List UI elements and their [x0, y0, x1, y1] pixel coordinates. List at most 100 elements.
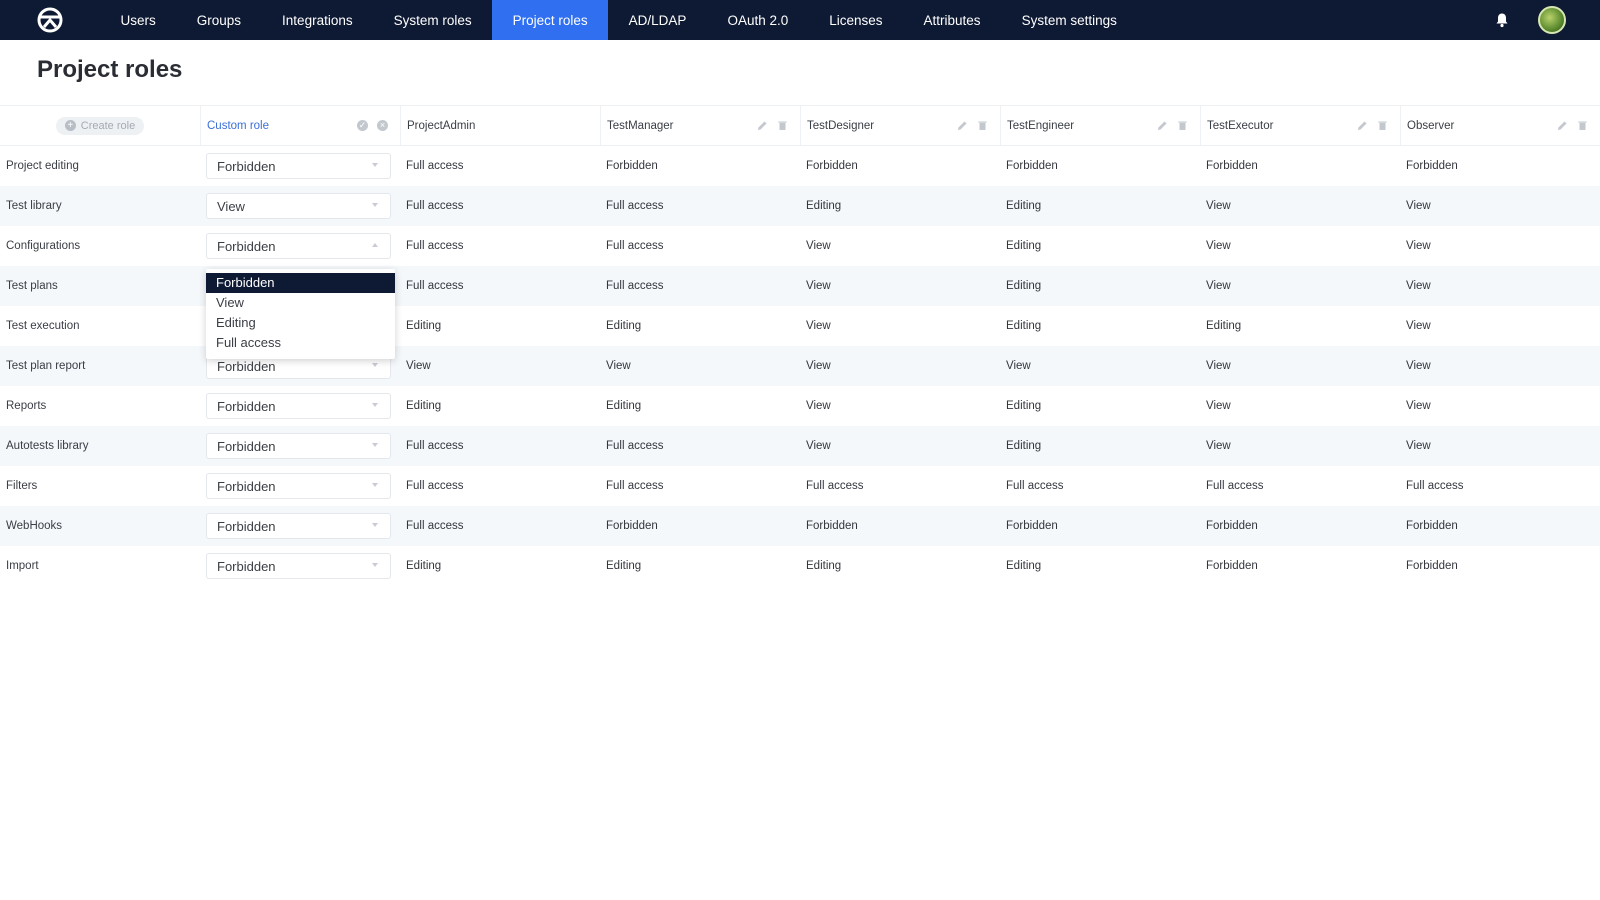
permission-select[interactable]: Forbidden: [206, 233, 391, 259]
permission-name: Filters: [6, 480, 38, 492]
permission-value: Editing: [806, 560, 842, 572]
permission-select[interactable]: Forbidden: [206, 513, 391, 539]
permission-select[interactable]: Forbidden: [206, 393, 391, 419]
permission-select[interactable]: Forbidden: [206, 153, 391, 179]
delete-trash-icon[interactable]: [977, 120, 988, 131]
permission-value: Forbidden: [1406, 520, 1458, 532]
edit-pencil-icon[interactable]: [757, 120, 768, 131]
dropdown-option[interactable]: Editing: [206, 313, 395, 333]
nav-tab-system-settings[interactable]: System settings: [1001, 0, 1137, 40]
custom-role-header: Custom role ✓ ×: [200, 106, 400, 145]
permission-select-value: View: [217, 198, 245, 214]
notifications-bell-icon[interactable]: [1492, 10, 1512, 30]
role-name[interactable]: TestEngineer: [1007, 120, 1074, 132]
custom-role-name[interactable]: Custom role: [207, 120, 269, 132]
edit-pencil-icon[interactable]: [1357, 120, 1368, 131]
role-name[interactable]: Observer: [1407, 120, 1454, 132]
permission-value: Forbidden: [1006, 160, 1058, 172]
edit-pencil-icon[interactable]: [957, 120, 968, 131]
permission-value: Full access: [606, 200, 664, 212]
nav-tab-attributes[interactable]: Attributes: [903, 0, 1001, 40]
chevron-down-icon: [372, 563, 378, 567]
delete-trash-icon[interactable]: [1377, 120, 1388, 131]
chevron-down-icon: [372, 203, 378, 207]
permission-select[interactable]: View: [206, 193, 391, 219]
permission-select[interactable]: Forbidden: [206, 473, 391, 499]
permission-value: View: [1206, 280, 1231, 292]
permission-value: Editing: [1006, 400, 1042, 412]
role-actions: [1357, 106, 1388, 145]
permission-value: Editing: [1006, 560, 1042, 572]
nav-tab-ad-ldap[interactable]: AD/LDAP: [608, 0, 707, 40]
dropdown-option[interactable]: Full access: [206, 333, 395, 353]
permission-value: Full access: [606, 240, 664, 252]
permission-value: Forbidden: [806, 520, 858, 532]
permission-value: Editing: [606, 400, 642, 412]
edit-pencil-icon[interactable]: [1557, 120, 1568, 131]
nav-tab-system-roles[interactable]: System roles: [373, 0, 492, 40]
dropdown-option[interactable]: Forbidden: [206, 273, 395, 293]
permission-select[interactable]: Forbidden: [206, 553, 391, 579]
permission-value: View: [806, 440, 831, 452]
dropdown-option[interactable]: View: [206, 293, 395, 313]
chevron-down-icon: [372, 363, 378, 367]
permission-value: Forbidden: [1406, 160, 1458, 172]
app-logo[interactable]: [0, 0, 100, 40]
top-navigation: Users Groups Integrations System roles Proje…: [0, 0, 1600, 40]
permission-value: Full access: [606, 280, 664, 292]
permission-value: Full access: [406, 480, 464, 492]
cancel-icon[interactable]: ×: [377, 120, 388, 131]
role-column-header: TestExecutor: [1200, 106, 1400, 145]
permission-select-value: Forbidden: [217, 238, 276, 254]
permission-name: Configurations: [6, 240, 81, 252]
permission-value: Full access: [406, 520, 464, 532]
user-avatar[interactable]: [1538, 6, 1566, 34]
edit-pencil-icon[interactable]: [1157, 120, 1168, 131]
permission-select[interactable]: Forbidden: [206, 433, 391, 459]
permission-value: Full access: [1006, 480, 1064, 492]
nav-tab-users[interactable]: Users: [100, 0, 176, 40]
permission-value: Editing: [1006, 240, 1042, 252]
role-name[interactable]: TestDesigner: [807, 120, 874, 132]
permission-value: Full access: [806, 480, 864, 492]
chevron-down-icon: [372, 483, 378, 487]
permission-name: Test plans: [6, 280, 58, 292]
nav-tab-project-roles[interactable]: Project roles: [492, 0, 609, 40]
custom-role-cell: Forbidden: [200, 146, 400, 186]
confirm-icon[interactable]: ✓: [357, 120, 368, 131]
permission-value: View: [1406, 440, 1431, 452]
role-name[interactable]: TestExecutor: [1207, 120, 1273, 132]
table-row: Test library View Full access Full access Ed…: [0, 186, 1600, 226]
nav-tab-licenses[interactable]: Licenses: [809, 0, 903, 40]
role-actions: [1557, 106, 1588, 145]
custom-role-cell: Forbidden: [200, 426, 400, 466]
nav-tab-groups[interactable]: Groups: [176, 0, 261, 40]
permission-dropdown-menu: Forbidden View Editing Full access: [206, 269, 395, 359]
permission-select-value: Forbidden: [217, 158, 276, 174]
permission-value: Editing: [1006, 440, 1042, 452]
permission-value: Full access: [1206, 480, 1264, 492]
create-role-button[interactable]: + Create role: [55, 116, 145, 135]
permission-name: WebHooks: [6, 520, 63, 532]
delete-trash-icon[interactable]: [777, 120, 788, 131]
nav-tab-integrations[interactable]: Integrations: [262, 0, 374, 40]
permission-value: View: [1006, 360, 1031, 372]
role-name[interactable]: TestManager: [607, 120, 673, 132]
logo-icon: [37, 7, 63, 33]
permission-name: Reports: [6, 400, 47, 412]
delete-trash-icon[interactable]: [1577, 120, 1588, 131]
permission-value: View: [1406, 240, 1431, 252]
permission-value: View: [806, 240, 831, 252]
delete-trash-icon[interactable]: [1177, 120, 1188, 131]
role-actions: [957, 106, 988, 145]
permission-value: View: [1406, 360, 1431, 372]
role-column-header: Observer: [1400, 106, 1600, 145]
custom-role-cell: Forbidden: [200, 466, 400, 506]
permission-name: Project editing: [6, 160, 79, 172]
nav-tab-oauth-2-0[interactable]: OAuth 2.0: [707, 0, 809, 40]
role-name[interactable]: ProjectAdmin: [407, 120, 475, 132]
table-row: Import Forbidden Editing Editing Editing Edit…: [0, 546, 1600, 586]
permission-name: Test library: [6, 200, 62, 212]
role-actions: [1157, 106, 1188, 145]
permission-value: Forbidden: [1406, 560, 1458, 572]
